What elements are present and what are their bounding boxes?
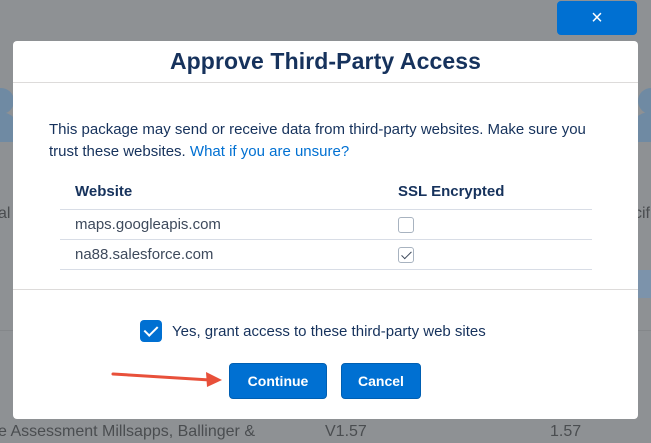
- intro-text: This package may send or receive data fr…: [49, 119, 609, 163]
- website-cell: maps.googleapis.com: [60, 209, 383, 240]
- modal-body: This package may send or receive data fr…: [13, 83, 638, 290]
- ssl-cell: [383, 239, 592, 270]
- table-header-row: Website SSL Encrypted: [60, 175, 592, 210]
- background-row-version-right: 1.57: [550, 423, 582, 440]
- table-row: na88.salesforce.com: [60, 239, 592, 270]
- table-row: maps.googleapis.com: [60, 209, 592, 240]
- continue-button[interactable]: Continue: [229, 363, 327, 399]
- column-header-ssl: SSL Encrypted: [383, 175, 592, 210]
- cancel-button[interactable]: Cancel: [341, 363, 421, 399]
- close-button[interactable]: ×: [557, 1, 637, 35]
- background-text-left: al: [0, 205, 11, 222]
- modal-header: Approve Third-Party Access: [13, 41, 638, 83]
- ssl-checkbox: [398, 246, 414, 263]
- ssl-cell: [383, 209, 592, 240]
- modal-title: Approve Third-Party Access: [169, 48, 482, 74]
- grant-access-label: Yes, grant access to these third-party w…: [172, 322, 486, 340]
- column-header-website: Website: [60, 175, 383, 210]
- grant-access-checkbox[interactable]: [140, 320, 162, 342]
- close-icon: ×: [591, 6, 603, 29]
- unsure-link[interactable]: What if you are unsure?: [190, 143, 349, 160]
- background-row-version: V1.57: [325, 423, 367, 440]
- websites-table: Website SSL Encrypted maps.googleapis.co…: [60, 175, 592, 270]
- background-row-name: e Assessment Millsapps, Ballinger &: [0, 423, 255, 440]
- annotation-arrow-icon: [111, 372, 222, 387]
- grant-access-option[interactable]: Yes, grant access to these third-party w…: [140, 320, 486, 342]
- approve-access-modal: Approve Third-Party Access This package …: [13, 41, 638, 419]
- website-cell: na88.salesforce.com: [60, 239, 383, 270]
- ssl-checkbox: [398, 216, 414, 233]
